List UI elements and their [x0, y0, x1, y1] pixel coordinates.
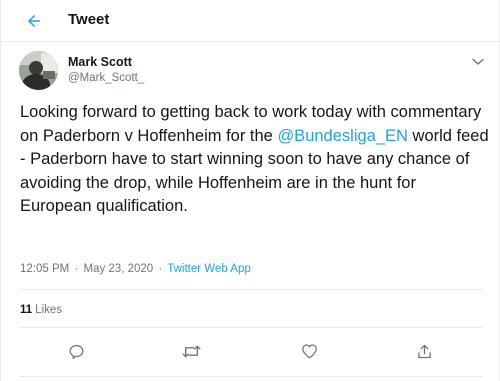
reply-icon	[68, 344, 84, 359]
more-options-button[interactable]	[470, 55, 486, 69]
tweet-text: Looking forward to getting back to work …	[20, 101, 490, 219]
back-button[interactable]	[19, 6, 49, 36]
retweet-button[interactable]	[181, 341, 201, 361]
tweet-time[interactable]: 12:05 PM	[20, 263, 69, 275]
tweet-meta: 12:05 PM · May 23, 2020 · Twitter Web Ap…	[20, 263, 251, 275]
tweet-source-link[interactable]: Twitter Web App	[167, 263, 251, 275]
likes-label: Likes	[35, 304, 63, 316]
page-title: Tweet	[68, 11, 110, 28]
author-name[interactable]: Mark Scott	[68, 55, 132, 69]
tweet-date[interactable]: May 23, 2020	[83, 263, 153, 275]
chevron-down-icon	[472, 58, 484, 65]
meta-separator: ·	[158, 263, 163, 275]
mention-link[interactable]: @Bundesliga_EN	[277, 127, 408, 145]
share-icon	[417, 344, 431, 358]
header-bar: Tweet	[1, 0, 500, 42]
retweet-icon	[181, 345, 201, 357]
likes-count: 11	[20, 304, 33, 316]
arrow-left-icon	[28, 15, 40, 27]
meta-separator: ·	[74, 263, 79, 275]
likes-stat[interactable]: 11 Likes	[20, 304, 62, 316]
avatar-image	[19, 51, 58, 90]
avatar[interactable]	[19, 51, 58, 90]
divider	[19, 327, 483, 328]
author-handle[interactable]: @Mark_Scott_	[68, 72, 144, 84]
heart-icon	[301, 344, 317, 359]
reply-button[interactable]	[66, 341, 86, 361]
divider	[19, 289, 483, 290]
share-button[interactable]	[414, 341, 434, 361]
like-button[interactable]	[299, 341, 319, 361]
divider	[19, 376, 483, 377]
tweet-page: Tweet Mark Scott @Mark_Scott_ Looking fo…	[0, 0, 500, 381]
